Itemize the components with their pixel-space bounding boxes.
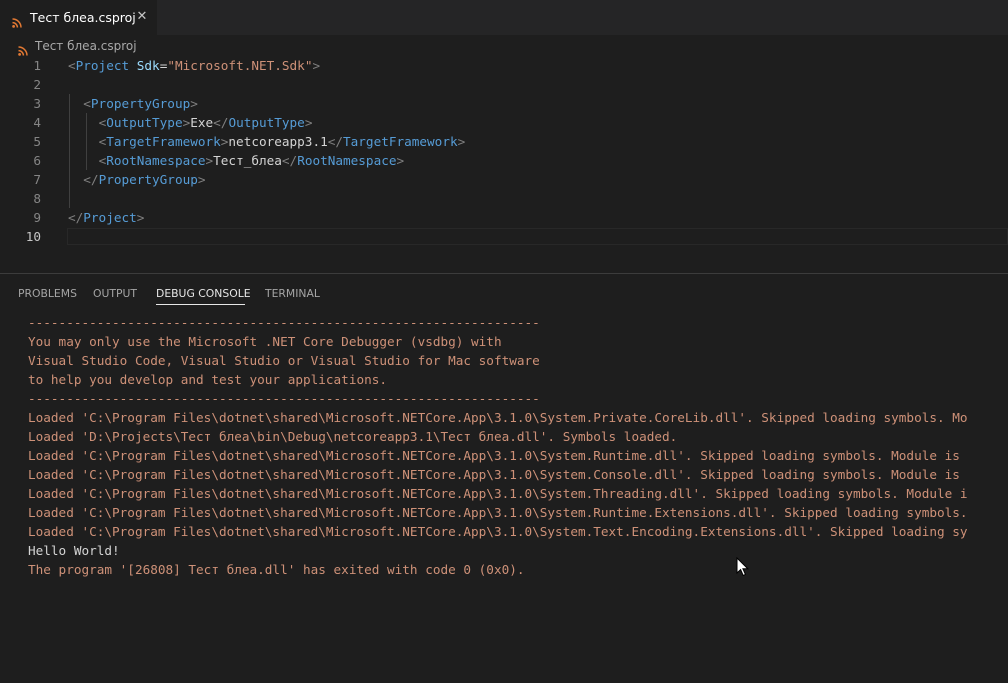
code-token: > xyxy=(457,134,466,149)
code-token: PropertyGroup xyxy=(98,172,198,187)
code-token: "Microsoft.NET.Sdk" xyxy=(167,58,313,73)
code-token: </ xyxy=(68,210,84,225)
code-text: <Project Sdk="Microsoft.NET.Sdk"> xyxy=(68,56,320,75)
line-number: 1 xyxy=(33,58,41,73)
vscode-window: Тест блеа.csproj ✕ Тест блеа.csproj 1 <Pr… xyxy=(0,0,1008,683)
code-token: Project xyxy=(83,210,137,225)
code-text: <PropertyGroup> xyxy=(68,94,198,113)
console-line: Loaded 'C:\Program Files\dotnet\shared\M… xyxy=(28,410,968,425)
console-line: Loaded 'C:\Program Files\dotnet\shared\M… xyxy=(28,505,968,520)
line-number: 4 xyxy=(33,115,41,130)
console-line: The program '[26808] Тест блеа.dll' has … xyxy=(28,562,525,577)
code-token: < xyxy=(83,96,91,111)
close-icon[interactable]: ✕ xyxy=(134,9,150,25)
code-token: > xyxy=(190,96,198,111)
code-token: < xyxy=(68,58,76,73)
console-line: Hello World! xyxy=(28,543,120,558)
code-token: Exe xyxy=(190,115,214,130)
breadcrumb: Тест блеа.csproj xyxy=(0,35,1008,57)
code-text: <RootNamespace>Тест_блеа</RootNamespace> xyxy=(68,151,405,170)
tab-debug-console[interactable]: DEBUG CONSOLE xyxy=(156,287,251,300)
code-token: PropertyGroup xyxy=(90,96,191,111)
code-line: 5 <TargetFramework>netcoreapp3.1</Target… xyxy=(0,132,1008,151)
line-number: 5 xyxy=(33,134,41,149)
active-tab-indicator xyxy=(156,304,245,305)
console-line: Loaded 'C:\Program Files\dotnet\shared\M… xyxy=(28,524,968,539)
tab-terminal[interactable]: TERMINAL xyxy=(265,287,320,300)
code-token: > xyxy=(312,58,321,73)
code-line: 2 xyxy=(0,75,1008,94)
code-token: TargetFramework xyxy=(343,134,458,149)
console-line: Loaded 'D:\Projects\Тест блеа\bin\Debug\… xyxy=(28,429,678,444)
console-line: Loaded 'C:\Program Files\dotnet\shared\M… xyxy=(28,448,960,463)
code-line: 1 <Project Sdk="Microsoft.NET.Sdk"> xyxy=(0,56,1008,75)
line-number: 8 xyxy=(33,191,41,206)
code-line: 7 </PropertyGroup> xyxy=(0,170,1008,189)
code-text: </Project> xyxy=(68,208,144,227)
panel-tab-bar: PROBLEMS OUTPUT DEBUG CONSOLE TERMINAL xyxy=(0,274,1008,310)
code-token: Project xyxy=(75,58,130,73)
code-token: > xyxy=(304,115,313,130)
code-line: 9 </Project> xyxy=(0,208,1008,227)
console-line: to help you develop and test your applic… xyxy=(28,372,388,387)
code-token: RootNamespace xyxy=(297,153,397,168)
line-number: 9 xyxy=(33,210,41,225)
code-line: 8 xyxy=(0,189,1008,208)
console-line: You may only use the Microsoft .NET Core… xyxy=(28,334,502,349)
code-token: RootNamespace xyxy=(106,153,206,168)
tab-output[interactable]: OUTPUT xyxy=(93,287,137,300)
code-token: netcoreapp3.1 xyxy=(228,134,328,149)
code-text: </PropertyGroup> xyxy=(68,170,206,189)
rss-file-icon xyxy=(18,41,28,56)
line-number: 10 xyxy=(25,229,41,244)
code-token: > xyxy=(396,153,405,168)
code-token: > xyxy=(136,210,145,225)
code-token: </ xyxy=(213,115,229,130)
mouse-pointer-icon xyxy=(736,556,750,577)
line-number: 7 xyxy=(33,172,41,187)
code-token: OutputType xyxy=(228,115,305,130)
code-token: OutputType xyxy=(106,115,183,130)
console-line: Loaded 'C:\Program Files\dotnet\shared\M… xyxy=(28,486,968,501)
line-number: 3 xyxy=(33,96,41,111)
rss-file-icon xyxy=(12,13,22,28)
editor-tab[interactable]: Тест блеа.csproj ✕ xyxy=(0,0,157,35)
code-token: </ xyxy=(281,153,298,168)
console-line: Visual Studio Code, Visual Studio or Vis… xyxy=(28,353,540,368)
line-number: 6 xyxy=(33,153,41,168)
code-token: > xyxy=(197,172,206,187)
editor-tab-bar: Тест блеа.csproj ✕ xyxy=(0,0,1008,35)
code-editor[interactable]: 1 <Project Sdk="Microsoft.NET.Sdk"> 2 3 <Pr… xyxy=(0,56,1008,268)
debug-console-output[interactable]: ----------------------------------------… xyxy=(0,310,1008,683)
code-token: </ xyxy=(83,172,99,187)
tab-title: Тест блеа.csproj xyxy=(30,10,136,25)
code-token: > xyxy=(205,153,214,168)
breadcrumb-item-file[interactable]: Тест блеа.csproj xyxy=(35,39,137,53)
console-line: Loaded 'C:\Program Files\dotnet\shared\M… xyxy=(28,467,960,482)
code-token: Тест_блеа xyxy=(213,153,282,168)
code-token: TargetFramework xyxy=(106,134,221,149)
code-line: 4 <OutputType>Exe</OutputType> xyxy=(0,113,1008,132)
console-line: ----------------------------------------… xyxy=(28,315,540,330)
code-line: 3 <PropertyGroup> xyxy=(0,94,1008,113)
line-number: 2 xyxy=(33,77,41,92)
code-text: <TargetFramework>netcoreapp3.1</TargetFr… xyxy=(68,132,466,151)
tab-problems[interactable]: PROBLEMS xyxy=(18,287,77,300)
console-line: ----------------------------------------… xyxy=(28,391,540,406)
code-line: 6 <RootNamespace>Тест_блеа</RootNamespac… xyxy=(0,151,1008,170)
code-token: Sdk xyxy=(136,58,160,73)
code-token: </ xyxy=(327,134,344,149)
code-line: 10 xyxy=(0,227,1008,246)
code-text: <OutputType>Exe</OutputType> xyxy=(68,113,313,132)
